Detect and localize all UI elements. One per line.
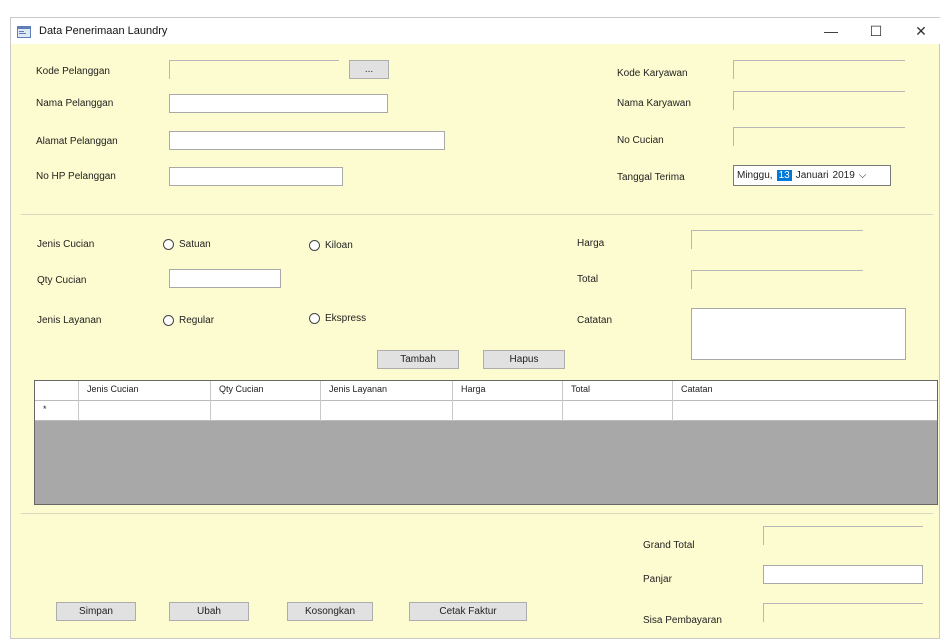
sisa-pembayaran-label: Sisa Pembayaran: [643, 615, 722, 626]
browse-pelanggan-button[interactable]: ...: [349, 60, 389, 79]
catatan-field[interactable]: [691, 308, 906, 360]
no-cucian-label: No Cucian: [617, 135, 664, 146]
nama-pelanggan-field[interactable]: [169, 94, 388, 113]
table-cell[interactable]: [211, 401, 321, 421]
radio-regular[interactable]: Regular: [163, 313, 214, 327]
title-bar: Data Penerimaan Laundry — ☐ ✕: [11, 18, 941, 44]
tambah-button[interactable]: Tambah: [377, 350, 459, 369]
grand-total-field[interactable]: [763, 526, 923, 545]
sisa-pembayaran-field[interactable]: [763, 603, 923, 622]
column-header[interactable]: Total: [563, 381, 673, 401]
radio-circle-icon: [309, 239, 320, 251]
maximize-button[interactable]: ☐: [856, 20, 896, 42]
no-cucian-field[interactable]: [733, 127, 905, 146]
radio-circle-icon: [163, 238, 174, 250]
column-header[interactable]: Harga: [453, 381, 563, 401]
form-icon: [17, 26, 31, 38]
column-header[interactable]: Jenis Cucian: [79, 381, 211, 401]
alamat-pelanggan-label: Alamat Pelanggan: [36, 136, 118, 147]
kosongkan-button[interactable]: Kosongkan: [287, 602, 373, 621]
close-button[interactable]: ✕: [901, 20, 941, 42]
kode-karyawan-field[interactable]: [733, 60, 905, 79]
jenis-layanan-label: Jenis Layanan: [37, 315, 102, 326]
catatan-label: Catatan: [577, 315, 613, 326]
minimize-button[interactable]: —: [811, 20, 851, 42]
qty-cucian-label: Qty Cucian: [37, 275, 87, 286]
radio-kiloan[interactable]: Kiloan: [309, 238, 353, 252]
radio-kiloan-label: Kiloan: [325, 239, 353, 251]
detail-grid[interactable]: Jenis Cucian Qty Cucian Jenis Layanan Ha…: [34, 380, 938, 505]
hp-pelanggan-label: No HP Pelanggan: [36, 171, 116, 182]
table-cell[interactable]: [563, 401, 673, 421]
alamat-pelanggan-field[interactable]: [169, 131, 445, 150]
harga-label: Harga: [577, 238, 605, 249]
table-cell[interactable]: [321, 401, 453, 421]
harga-field[interactable]: [691, 230, 863, 249]
column-header[interactable]: Jenis Layanan: [321, 381, 453, 401]
nama-karyawan-label: Nama Karyawan: [617, 98, 691, 109]
radio-ekspress-label: Ekspress: [325, 312, 367, 324]
date-year: 2019: [832, 170, 855, 181]
radio-circle-icon: [309, 312, 320, 324]
laundry-window: Data Penerimaan Laundry — ☐ ✕ Kode Pelan…: [10, 17, 941, 639]
total-label: Total: [577, 274, 599, 285]
kode-karyawan-label: Kode Karyawan: [617, 68, 688, 79]
date-month: Januari: [795, 170, 829, 181]
cetak-faktur-button[interactable]: Cetak Faktur: [409, 602, 527, 621]
tanggal-terima-label: Tanggal Terima: [617, 172, 685, 183]
date-day[interactable]: 13: [776, 170, 792, 181]
total-field[interactable]: [691, 270, 863, 289]
table-cell[interactable]: [79, 401, 211, 421]
radio-circle-icon: [163, 314, 174, 326]
kode-pelanggan-label: Kode Pelanggan: [36, 66, 110, 77]
kode-pelanggan-field[interactable]: [169, 60, 339, 79]
grid-header: Jenis Cucian Qty Cucian Jenis Layanan Ha…: [35, 381, 937, 401]
window-title: Data Penerimaan Laundry: [39, 25, 168, 37]
table-cell[interactable]: [453, 401, 563, 421]
nama-pelanggan-label: Nama Pelanggan: [36, 98, 114, 109]
column-header[interactable]: Qty Cucian: [211, 381, 321, 401]
radio-ekspress[interactable]: Ekspress: [309, 311, 366, 325]
simpan-button[interactable]: Simpan: [56, 602, 136, 621]
radio-satuan-label: Satuan: [179, 238, 211, 250]
date-dayname: Minggu,: [737, 170, 773, 181]
tanggal-terima-picker[interactable]: Minggu, 13 Januari 2019 ⌵: [733, 165, 891, 186]
panjar-field[interactable]: [763, 565, 923, 584]
radio-satuan[interactable]: Satuan: [163, 237, 211, 251]
hp-pelanggan-field[interactable]: [169, 167, 343, 186]
ubah-button[interactable]: Ubah: [169, 602, 249, 621]
radio-regular-label: Regular: [179, 314, 215, 326]
grand-total-label: Grand Total: [643, 540, 695, 551]
jenis-cucian-label: Jenis Cucian: [37, 239, 95, 250]
table-row[interactable]: *: [35, 401, 937, 421]
column-header[interactable]: Catatan: [673, 381, 937, 401]
nama-karyawan-field[interactable]: [733, 91, 905, 110]
row-header-corner: [35, 381, 79, 401]
chevron-down-icon[interactable]: ⌵: [859, 170, 867, 181]
hapus-button[interactable]: Hapus: [483, 350, 565, 369]
new-row-marker: *: [35, 401, 79, 421]
qty-cucian-field[interactable]: [169, 269, 281, 288]
table-cell[interactable]: [673, 401, 937, 421]
panjar-label: Panjar: [643, 574, 672, 585]
